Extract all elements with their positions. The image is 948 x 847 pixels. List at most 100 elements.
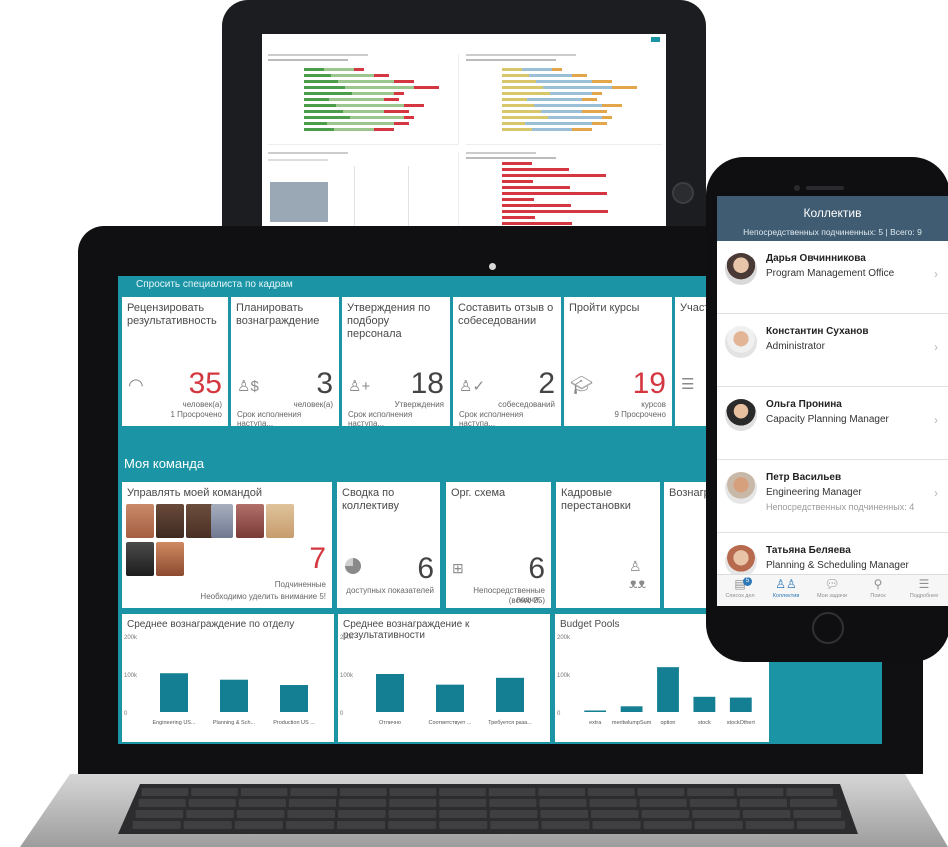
- bar[interactable]: [620, 706, 643, 712]
- tile-unit: человек(а): [182, 400, 222, 409]
- bar[interactable]: [280, 685, 308, 712]
- avatar: [156, 542, 184, 576]
- tab-team[interactable]: ♙♙ Коллектив: [763, 577, 809, 599]
- tablet-bar: [602, 116, 612, 119]
- tablet-bar: [502, 210, 608, 213]
- tablet-bar: [304, 110, 343, 113]
- tablet-bar: [572, 128, 592, 131]
- bar-chart: 200k 100k 0 Отлично Соответствует ... Требует…: [340, 635, 532, 726]
- avatar: [725, 253, 757, 285]
- x-tick-label: option: [661, 720, 676, 726]
- list-item[interactable]: Петр Васильев Engineering Manager Непоср…: [717, 460, 948, 533]
- tablet-bar: [394, 122, 409, 125]
- bar[interactable]: [436, 684, 464, 712]
- list-item[interactable]: Дарья Овчинникова Program Management Off…: [717, 241, 948, 314]
- tile-count: 19: [632, 367, 666, 400]
- key: [285, 821, 334, 829]
- tab-label: Коллектив: [772, 593, 800, 599]
- tablet-bar: [336, 104, 404, 107]
- tab-more[interactable]: ☰ Подробнее: [901, 577, 947, 599]
- chart-tile-avg-comp-by-dept[interactable]: Среднее вознаграждение по отделу 200k 100…: [122, 614, 334, 742]
- tablet-bar: [602, 104, 622, 107]
- bar[interactable]: [220, 679, 248, 712]
- tile-take-courses[interactable]: Пройти курсы 🎓︎ 19 курсов 9 Просрочено: [564, 297, 672, 426]
- tablet-bar: [350, 116, 404, 119]
- x-tick-label: Требуется раза...: [488, 720, 532, 726]
- phone-home-button[interactable]: [812, 612, 844, 644]
- key: [234, 821, 283, 829]
- tablet-bar: [502, 74, 529, 77]
- tile-unit: собеседований: [498, 400, 555, 409]
- avatar: [725, 545, 757, 577]
- bar[interactable]: [693, 696, 716, 712]
- avatar: [126, 504, 154, 538]
- tile-team-summary[interactable]: Сводка по коллективу 6 доступных показат…: [337, 482, 440, 608]
- tile-plan-compensation[interactable]: Планировать вознаграждение ♙$ 3 человек(…: [231, 297, 339, 426]
- laptop-camera: [489, 263, 496, 270]
- tab-todo[interactable]: ▤ 5 Список дел: [717, 577, 763, 599]
- tile-personnel-changes[interactable]: Кадровые перестановки ♙ ᴥᴥ: [556, 482, 660, 608]
- bar[interactable]: [729, 697, 752, 712]
- key: [489, 810, 538, 818]
- key: [135, 810, 184, 818]
- chart-tile-avg-comp-by-performance[interactable]: Среднее вознаграждение к результативност…: [338, 614, 550, 742]
- phone-header: Коллектив Непосредственных подчиненных: …: [717, 196, 948, 241]
- key: [439, 810, 487, 818]
- tablet-bar: [345, 86, 414, 89]
- tile-recruiting-approvals[interactable]: Утверждения по подбору персонала ♙+ 18 У…: [342, 297, 450, 426]
- tablet-bar: [338, 80, 394, 83]
- bar-chart: 200k 100k 0 Engineering US... Planning & Sch…: [124, 635, 315, 726]
- checklist-icon: ☰: [681, 376, 695, 393]
- org-chart-icon: ⊞: [452, 560, 464, 576]
- tablet-bar: [304, 116, 350, 119]
- tile-manage-team[interactable]: Управлять моей командой 7 Подчиненные Не…: [122, 482, 332, 608]
- tablet-bar: [502, 128, 532, 131]
- tablet-bar: [304, 98, 329, 101]
- tile-org-chart[interactable]: Орг. схема ⊞ 6 Непосредственные подчи...…: [446, 482, 551, 608]
- tablet-bar: [502, 168, 569, 171]
- tablet-bar: [384, 110, 409, 113]
- gauge-icon: ◠: [128, 375, 144, 395]
- tablet-bar: [502, 110, 541, 113]
- tile-interview-feedback[interactable]: Составить отзыв о собеседовании ♙✓ 2 соб…: [453, 297, 561, 426]
- tablet-bar: [527, 98, 582, 101]
- bar[interactable]: [496, 677, 524, 712]
- tablet-bar: [502, 222, 572, 225]
- tablet-panel-competency: [466, 54, 662, 145]
- tile-title: Пройти курсы: [569, 302, 640, 314]
- bar[interactable]: [160, 673, 188, 712]
- tablet-bar: [352, 92, 394, 95]
- x-tick-label: meritwlumpSum: [612, 720, 652, 726]
- tile-unit: человек(а): [293, 400, 333, 409]
- tab-search[interactable]: ⚲ Поиск: [855, 577, 901, 599]
- key: [290, 788, 337, 796]
- list-item[interactable]: Ольга Пронина Capacity Planning Manager …: [717, 387, 948, 460]
- key: [643, 821, 692, 829]
- bar[interactable]: [376, 674, 404, 712]
- tile-title: Рецензировать результативность: [127, 302, 217, 327]
- tablet-bar: [404, 116, 414, 119]
- person-role: Engineering Manager: [766, 487, 862, 498]
- key: [692, 810, 740, 818]
- bar[interactable]: [657, 667, 679, 712]
- tab-my-tasks[interactable]: 💬︎ Мои задачи: [809, 577, 855, 599]
- avatar: [211, 504, 233, 538]
- list-item[interactable]: Константин Суханов Administrator ›: [717, 314, 948, 387]
- key: [488, 788, 536, 796]
- key: [589, 799, 637, 807]
- phone-team-app: Коллектив Непосредственных подчиненных: …: [717, 196, 948, 606]
- x-tick-label: Planning & Sch...: [213, 720, 256, 726]
- tablet-view-icon[interactable]: [651, 37, 660, 42]
- tablet-bar: [502, 92, 550, 95]
- tile-count: 35: [188, 367, 222, 400]
- tablet-camera: [672, 182, 694, 204]
- key: [687, 788, 734, 796]
- tile-review-performance[interactable]: Рецензировать результативность ◠ 35 чело…: [122, 297, 228, 426]
- graduation-cap-icon: 🎓︎: [570, 375, 593, 395]
- bar[interactable]: [584, 710, 607, 712]
- tile-title: Управлять моей командой: [127, 487, 262, 499]
- key: [132, 821, 181, 829]
- tablet-bar: [502, 68, 522, 71]
- tablet-bar: [502, 104, 534, 107]
- tablet-bar: [304, 104, 336, 107]
